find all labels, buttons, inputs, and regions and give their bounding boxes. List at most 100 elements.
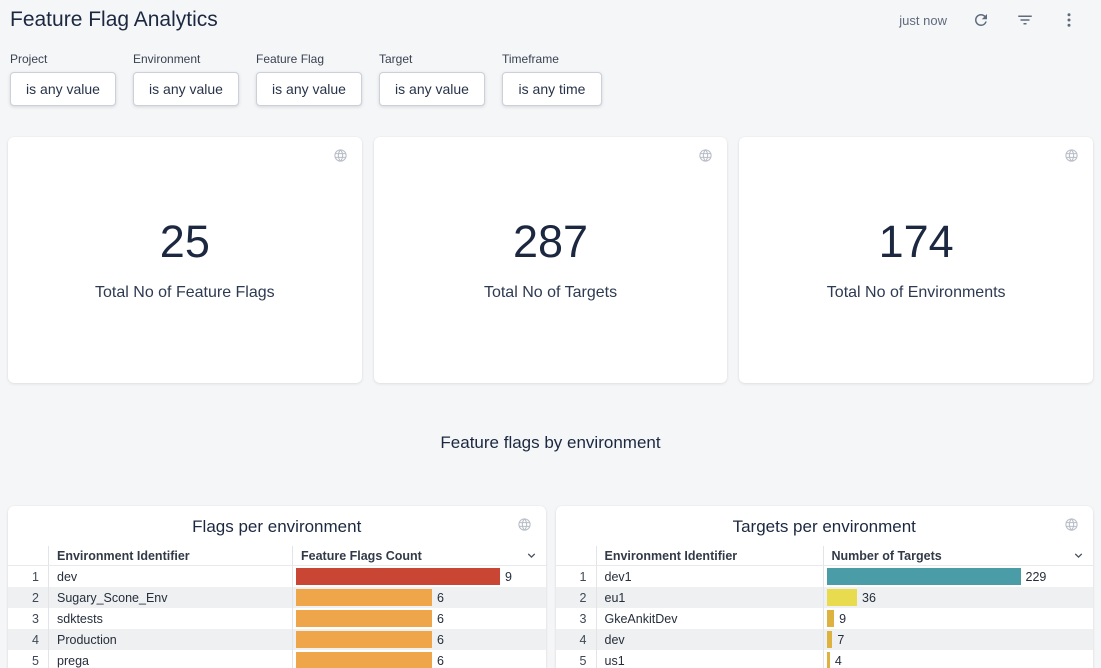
column-header-environment-identifier[interactable]: Environment Identifier bbox=[48, 546, 292, 565]
value-bar-cell[interactable]: 6 bbox=[292, 608, 546, 629]
value-label: 229 bbox=[1026, 570, 1047, 584]
page-title: Feature Flag Analytics bbox=[10, 5, 218, 35]
table-row: 4Production 6 bbox=[8, 629, 546, 650]
value-bar-cell[interactable]: 7 bbox=[823, 629, 1094, 650]
environment-identifier-cell[interactable]: dev bbox=[596, 629, 823, 650]
row-index: 3 bbox=[8, 612, 48, 626]
filter-label: Project bbox=[10, 52, 116, 66]
row-index: 5 bbox=[8, 654, 48, 668]
environment-identifier-cell[interactable]: dev bbox=[48, 566, 292, 587]
value-bar-cell[interactable]: 4 bbox=[823, 650, 1094, 668]
filter-label: Environment bbox=[133, 52, 239, 66]
value-label: 6 bbox=[437, 633, 444, 647]
value-bar bbox=[296, 631, 432, 648]
column-header-environment-identifier[interactable]: Environment Identifier bbox=[596, 546, 823, 565]
value-bar bbox=[827, 568, 1021, 585]
dashboard-page: Feature Flag Analytics just now Project … bbox=[0, 0, 1101, 668]
row-index: 5 bbox=[556, 654, 596, 668]
stat-card-environments: 174 Total No of Environments bbox=[739, 137, 1093, 383]
stat-card-feature-flags: 25 Total No of Feature Flags bbox=[8, 137, 362, 383]
table-row: 3sdktests 6 bbox=[8, 608, 546, 629]
row-index-header bbox=[8, 546, 48, 565]
section-title: Feature flags by environment bbox=[0, 433, 1101, 453]
table-body: 1dev92Sugary_Scone_Env63sdktests64Produc… bbox=[8, 566, 546, 668]
chevron-down-icon[interactable] bbox=[525, 549, 538, 565]
table-body: 1dev12292eu1363GkeAnkitDev94dev75us14 bbox=[556, 566, 1094, 668]
stat-value: 25 bbox=[160, 219, 210, 264]
stat-value: 287 bbox=[513, 219, 588, 264]
row-index: 2 bbox=[8, 591, 48, 605]
table-row: 5us1 4 bbox=[556, 650, 1094, 668]
filter-label: Timeframe bbox=[502, 52, 602, 66]
environment-identifier-cell[interactable]: eu1 bbox=[596, 587, 823, 608]
stat-label: Total No of Environments bbox=[827, 284, 1006, 302]
value-label: 6 bbox=[437, 612, 444, 626]
refresh-icon[interactable] bbox=[971, 10, 991, 30]
value-bar-cell[interactable]: 9 bbox=[823, 608, 1094, 629]
column-header-feature-flags-count[interactable]: Feature Flags Count bbox=[292, 546, 546, 565]
value-label: 6 bbox=[437, 591, 444, 605]
value-bar-cell[interactable]: 9 bbox=[292, 566, 546, 587]
table-row: 4dev 7 bbox=[556, 629, 1094, 650]
table-row: 3GkeAnkitDev9 bbox=[556, 608, 1094, 629]
filter-label: Feature Flag bbox=[256, 52, 362, 66]
filter-bar: Project is any value Environment is any … bbox=[10, 52, 1101, 106]
environment-identifier-cell[interactable]: us1 bbox=[596, 650, 823, 668]
environment-identifier-cell[interactable]: Sugary_Scone_Env bbox=[48, 587, 292, 608]
value-label: 4 bbox=[835, 654, 842, 668]
table-row: 2eu1 36 bbox=[556, 587, 1094, 608]
timeframe-filter-button[interactable]: is any time bbox=[502, 72, 602, 106]
row-index: 3 bbox=[556, 612, 596, 626]
row-index: 4 bbox=[8, 633, 48, 647]
environment-identifier-cell[interactable]: dev1 bbox=[596, 566, 823, 587]
value-label: 36 bbox=[862, 591, 876, 605]
stat-label: Total No of Targets bbox=[484, 284, 617, 302]
filter-group-target: Target is any value bbox=[379, 52, 485, 106]
globe-icon bbox=[517, 517, 532, 537]
value-label: 9 bbox=[505, 570, 512, 584]
row-index: 4 bbox=[556, 633, 596, 647]
value-bar bbox=[296, 652, 432, 668]
table-header: Environment Identifier Feature Flags Cou… bbox=[8, 546, 546, 566]
value-bar bbox=[827, 610, 835, 627]
feature-flag-filter-button[interactable]: is any value bbox=[256, 72, 362, 106]
globe-icon bbox=[333, 148, 348, 168]
row-index: 2 bbox=[556, 591, 596, 605]
table-header: Environment Identifier Number of Targets bbox=[556, 546, 1094, 566]
filter-icon[interactable] bbox=[1015, 10, 1035, 30]
value-bar-cell[interactable]: 36 bbox=[823, 587, 1094, 608]
flags-per-environment-card: Flags per environment Environment Identi… bbox=[8, 506, 546, 668]
column-header-number-of-targets[interactable]: Number of Targets bbox=[823, 546, 1094, 565]
targets-per-environment-card: Targets per environment Environment Iden… bbox=[556, 506, 1094, 668]
globe-icon bbox=[1064, 148, 1079, 168]
value-bar-cell[interactable]: 6 bbox=[292, 629, 546, 650]
environment-identifier-cell[interactable]: sdktests bbox=[48, 608, 292, 629]
environment-identifier-cell[interactable]: prega bbox=[48, 650, 292, 668]
value-bar-cell[interactable]: 229 bbox=[823, 566, 1094, 587]
environment-identifier-cell[interactable]: Production bbox=[48, 629, 292, 650]
globe-icon bbox=[698, 148, 713, 168]
value-bar bbox=[827, 631, 833, 648]
globe-icon bbox=[1064, 517, 1079, 537]
project-filter-button[interactable]: is any value bbox=[10, 72, 116, 106]
stat-label: Total No of Feature Flags bbox=[95, 284, 275, 302]
value-bar bbox=[827, 589, 858, 606]
row-index: 1 bbox=[556, 570, 596, 584]
value-bar-cell[interactable]: 6 bbox=[292, 587, 546, 608]
value-bar bbox=[296, 589, 432, 606]
chevron-down-icon[interactable] bbox=[1072, 549, 1085, 565]
environment-filter-button[interactable]: is any value bbox=[133, 72, 239, 106]
filter-group-feature-flag: Feature Flag is any value bbox=[256, 52, 362, 106]
value-bar bbox=[296, 610, 432, 627]
filter-group-timeframe: Timeframe is any time bbox=[502, 52, 602, 106]
target-filter-button[interactable]: is any value bbox=[379, 72, 485, 106]
value-bar-cell[interactable]: 6 bbox=[292, 650, 546, 668]
kebab-menu-icon[interactable] bbox=[1059, 10, 1079, 30]
filter-group-project: Project is any value bbox=[10, 52, 116, 106]
value-label: 7 bbox=[837, 633, 844, 647]
value-bar bbox=[296, 568, 500, 585]
value-bar bbox=[827, 652, 830, 668]
table-row: 2Sugary_Scone_Env 6 bbox=[8, 587, 546, 608]
environment-identifier-cell[interactable]: GkeAnkitDev bbox=[596, 608, 823, 629]
value-label: 6 bbox=[437, 654, 444, 668]
